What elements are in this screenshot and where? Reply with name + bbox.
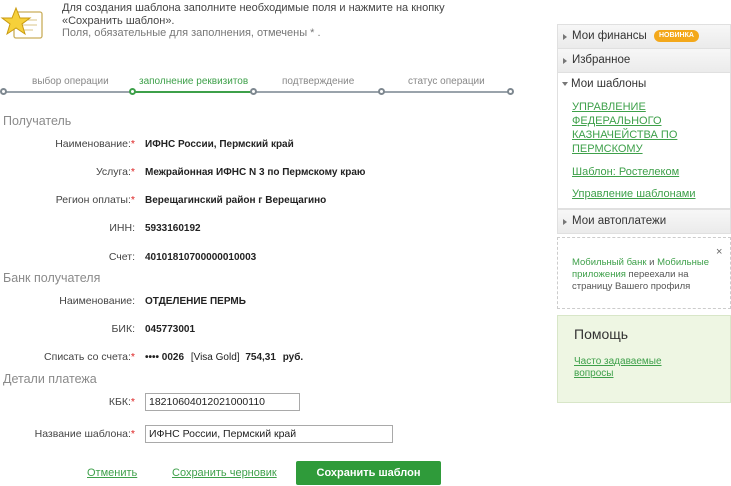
service-label: Услуга:*	[95, 166, 135, 178]
bik-value: 045773001	[145, 324, 196, 335]
step-dot-4	[378, 88, 385, 95]
bik-label: БИК:	[111, 323, 135, 335]
sidebar-item-favorites[interactable]: Избранное	[557, 48, 731, 73]
step-dot-3	[250, 88, 257, 95]
sidebar-item-my-finances[interactable]: Мои финансы НОВИНКА	[557, 24, 731, 49]
inn-value: 5933160192	[145, 223, 201, 234]
chevron-down-icon	[562, 82, 568, 86]
required-note: Поля, обязательные для заполнения, отмеч…	[62, 27, 321, 39]
card-type: [Visa Gold]	[190, 352, 240, 363]
step-confirmation: подтверждение	[282, 76, 355, 87]
template-star-icon	[0, 4, 48, 44]
card-balance: 754,31	[245, 352, 276, 363]
kbk-input[interactable]	[145, 393, 300, 411]
sidebar-item-label: Мои финансы	[572, 30, 647, 42]
step-dot-2	[129, 88, 136, 95]
chevron-right-icon	[563, 34, 567, 40]
service-value: Межрайонная ИФНС N 3 по Пермскому краю	[145, 167, 366, 178]
kbk-label: КБК:*	[108, 396, 135, 408]
recipient-name-value: ИФНС России, Пермский край	[145, 139, 294, 150]
region-value: Верещагинский район г Верещагино	[145, 195, 327, 206]
section-bank: Банк получателя	[3, 271, 101, 285]
recipient-name-label: Наименование:*	[55, 138, 135, 150]
notice-text: Мобильный банк и Мобильные приложения пе…	[572, 257, 709, 292]
bank-name-label: Наименование:	[59, 295, 135, 307]
faq-link[interactable]: Часто задаваемые вопросы	[574, 356, 674, 380]
sidebar-item-label: Мои шаблоны	[571, 78, 647, 90]
step-dot-end	[507, 88, 514, 95]
template-name-input[interactable]	[145, 425, 393, 443]
step-dot-1	[0, 88, 7, 95]
mobile-bank-link[interactable]: Мобильный банк	[572, 257, 646, 268]
sidebar-item-label: Избранное	[572, 54, 631, 66]
account-label: Счет:	[108, 251, 135, 263]
step-fill-details: заполнение реквизитов	[139, 76, 249, 87]
template-link-treasury[interactable]: УПРАВЛЕНИЕ ФЕДЕРАЛЬНОГО КАЗНАЧЕЙСТВА ПО …	[572, 100, 712, 156]
region-label: Регион оплаты:*	[55, 194, 135, 206]
sidebar-item-label: Мои автоплатежи	[572, 215, 667, 227]
step-select-operation: выбор операции	[32, 76, 109, 87]
bank-name-value: ОТДЕЛЕНИЕ ПЕРМЬ	[145, 296, 246, 307]
debit-account-label: Списать со счета:*	[44, 351, 135, 363]
chevron-right-icon	[563, 219, 567, 225]
help-title: Помощь	[574, 326, 629, 342]
cancel-link[interactable]: Отменить	[87, 467, 137, 479]
sidebar-item-autopayments[interactable]: Мои автоплатежи	[557, 209, 731, 234]
new-badge: НОВИНКА	[653, 29, 699, 42]
template-link-rostelecom[interactable]: Шаблон: Ростелеком	[572, 166, 679, 178]
step-status: статус операции	[408, 76, 485, 87]
template-name-label: Название шаблона:*	[34, 428, 135, 440]
account-value: 40101810700000010003	[145, 252, 257, 263]
sidebar-item-my-templates[interactable]: Мои шаблоны	[557, 72, 731, 97]
manage-templates-link[interactable]: Управление шаблонами	[572, 188, 696, 200]
section-payment-details: Детали платежа	[3, 372, 97, 386]
section-recipient: Получатель	[3, 114, 72, 128]
debit-account-value: •••• 0026 [Visa Gold] 754,31 руб.	[145, 352, 303, 363]
steps-track	[2, 91, 512, 93]
steps-track-active	[132, 91, 253, 93]
card-currency: руб.	[282, 352, 304, 363]
instruction-text: Для создания шаблона заполните необходим…	[62, 2, 445, 27]
save-draft-link[interactable]: Сохранить черновик	[172, 467, 277, 479]
inn-label: ИНН:	[109, 222, 135, 234]
chevron-right-icon	[563, 58, 567, 64]
save-template-button[interactable]: Сохранить шаблон	[296, 461, 441, 485]
card-number: •••• 0026	[145, 352, 185, 363]
